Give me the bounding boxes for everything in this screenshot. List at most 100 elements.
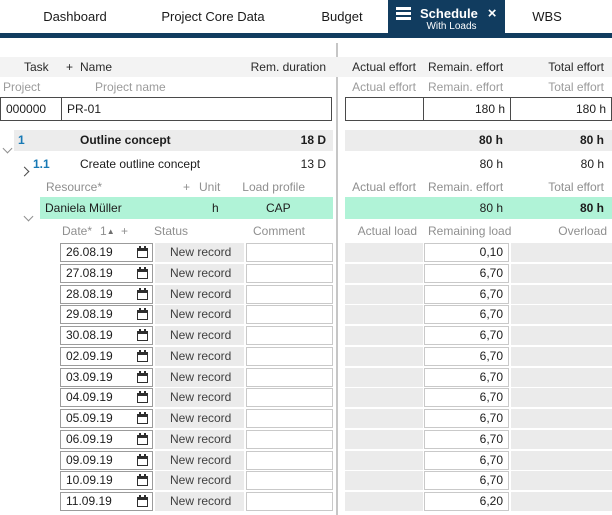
- tab-dashboard[interactable]: Dashboard: [30, 0, 120, 33]
- project-actual-effort-field[interactable]: [345, 97, 424, 121]
- calendar-icon[interactable]: [137, 393, 148, 403]
- remaining-load-field[interactable]: 6,70: [424, 409, 509, 428]
- calendar-icon[interactable]: [137, 331, 148, 341]
- calendar-icon[interactable]: [137, 435, 148, 445]
- active-tab-underline: [0, 33, 612, 38]
- resource-remain-effort: 80 h: [480, 197, 503, 219]
- comment-field[interactable]: [246, 430, 333, 449]
- overload-cell: [511, 409, 612, 428]
- overload-cell: [511, 285, 612, 304]
- comment-field[interactable]: [246, 471, 333, 490]
- comment-field[interactable]: [246, 492, 333, 511]
- comment-field[interactable]: [246, 347, 333, 366]
- project-row: 000000 PR-01 180 h 180 h: [0, 97, 612, 121]
- remaining-load-field[interactable]: 6,70: [424, 264, 509, 283]
- actual-load-cell: [345, 388, 423, 407]
- status-cell: New record: [155, 326, 244, 345]
- project-name-field[interactable]: PR-01: [61, 97, 332, 121]
- comment-field[interactable]: [246, 264, 333, 283]
- calendar-icon[interactable]: [137, 373, 148, 383]
- date-field[interactable]: 26.08.19: [60, 243, 153, 262]
- col-status: Status: [154, 221, 188, 241]
- tab-budget[interactable]: Budget: [305, 0, 379, 33]
- overload-cell: [511, 264, 612, 283]
- actual-load-cell: [345, 264, 423, 283]
- comment-field[interactable]: [246, 305, 333, 324]
- remaining-load-field[interactable]: 6,20: [424, 492, 509, 511]
- status-cell: New record: [155, 243, 244, 262]
- project-total-effort-field[interactable]: 180 h: [510, 97, 612, 121]
- remaining-load-field[interactable]: 6,70: [424, 388, 509, 407]
- actual-load-cell: [345, 243, 423, 262]
- sort-ascending-control[interactable]: 1▲: [100, 221, 115, 242]
- load-row: 27.08.19 New record 6,70: [0, 264, 612, 285]
- task-row-1-1[interactable]: 1.1 Create outline concept 13 D 80 h 80 …: [0, 154, 612, 175]
- calendar-icon[interactable]: [137, 476, 148, 486]
- add-task-button[interactable]: +: [66, 57, 73, 77]
- task-remain-effort: 80 h: [479, 130, 503, 151]
- comment-field[interactable]: [246, 409, 333, 428]
- comment-field[interactable]: [246, 243, 333, 262]
- close-icon[interactable]: ×: [488, 7, 497, 21]
- date-field[interactable]: 09.09.19: [60, 451, 153, 470]
- task-row-1[interactable]: 1 Outline concept 18 D 80 h 80 h: [0, 130, 612, 151]
- tab-schedule-label: Schedule: [420, 6, 478, 21]
- overload-cell: [511, 347, 612, 366]
- load-row: 04.09.19 New record 6,70: [0, 388, 612, 409]
- col-resource-total-effort: Total effort: [498, 177, 604, 197]
- remaining-load-field[interactable]: 6,70: [424, 471, 509, 490]
- add-load-row-button[interactable]: +: [121, 221, 128, 241]
- col-name: Name: [80, 57, 112, 77]
- project-remain-effort-field[interactable]: 180 h: [423, 97, 511, 121]
- sort-ascending-icon: ▲: [107, 227, 115, 236]
- comment-field[interactable]: [246, 451, 333, 470]
- remaining-load-field[interactable]: 6,70: [424, 285, 509, 304]
- date-field[interactable]: 05.09.19: [60, 409, 153, 428]
- remaining-load-field[interactable]: 6,70: [424, 430, 509, 449]
- load-row: 09.09.19 New record 6,70: [0, 451, 612, 472]
- col-actual-effort: Actual effort: [340, 57, 416, 77]
- comment-field[interactable]: [246, 388, 333, 407]
- remaining-load-field[interactable]: 6,70: [424, 451, 509, 470]
- calendar-icon[interactable]: [137, 290, 148, 300]
- remaining-load-field[interactable]: 6,70: [424, 305, 509, 324]
- date-field[interactable]: 04.09.19: [60, 388, 153, 407]
- comment-field[interactable]: [246, 285, 333, 304]
- calendar-icon[interactable]: [137, 414, 148, 424]
- date-field[interactable]: 29.08.19: [60, 305, 153, 324]
- col-comment: Comment: [253, 221, 305, 241]
- date-field[interactable]: 03.09.19: [60, 368, 153, 387]
- resource-row-selected[interactable]: Daniela Müller h CAP 80 h 80 h: [0, 197, 612, 219]
- calendar-icon[interactable]: [137, 269, 148, 279]
- comment-field[interactable]: [246, 326, 333, 345]
- comment-field[interactable]: [246, 368, 333, 387]
- overload-cell: [511, 451, 612, 470]
- tab-wbs[interactable]: WBS: [512, 0, 582, 33]
- remaining-load-field[interactable]: 6,70: [424, 368, 509, 387]
- status-cell: New record: [155, 264, 244, 283]
- remaining-load-field[interactable]: 6,70: [424, 347, 509, 366]
- remaining-load-field[interactable]: 0,10: [424, 243, 509, 262]
- calendar-icon[interactable]: [137, 248, 148, 258]
- date-field[interactable]: 02.09.19: [60, 347, 153, 366]
- status-cell: New record: [155, 451, 244, 470]
- date-field[interactable]: 28.08.19: [60, 285, 153, 304]
- calendar-icon[interactable]: [137, 497, 148, 507]
- tab-project-core-data[interactable]: Project Core Data: [140, 0, 286, 33]
- calendar-icon[interactable]: [137, 456, 148, 466]
- date-field[interactable]: 27.08.19: [60, 264, 153, 283]
- date-field[interactable]: 30.08.19: [60, 326, 153, 345]
- hamburger-menu-icon[interactable]: [396, 7, 411, 20]
- date-field[interactable]: 11.09.19: [60, 492, 153, 511]
- load-row: 11.09.19 New record 6,20: [0, 492, 612, 513]
- remaining-load-field[interactable]: 6,70: [424, 326, 509, 345]
- date-field[interactable]: 10.09.19: [60, 471, 153, 490]
- add-resource-button[interactable]: +: [183, 177, 190, 197]
- resource-table-header: Resource* + Unit Load profile Actual eff…: [0, 177, 612, 197]
- calendar-icon[interactable]: [137, 352, 148, 362]
- calendar-icon[interactable]: [137, 310, 148, 320]
- overload-cell: [511, 368, 612, 387]
- project-id-field[interactable]: 000000: [0, 97, 62, 121]
- date-field[interactable]: 06.09.19: [60, 430, 153, 449]
- project-subheader: Project Project name Actual effort Remai…: [0, 77, 612, 97]
